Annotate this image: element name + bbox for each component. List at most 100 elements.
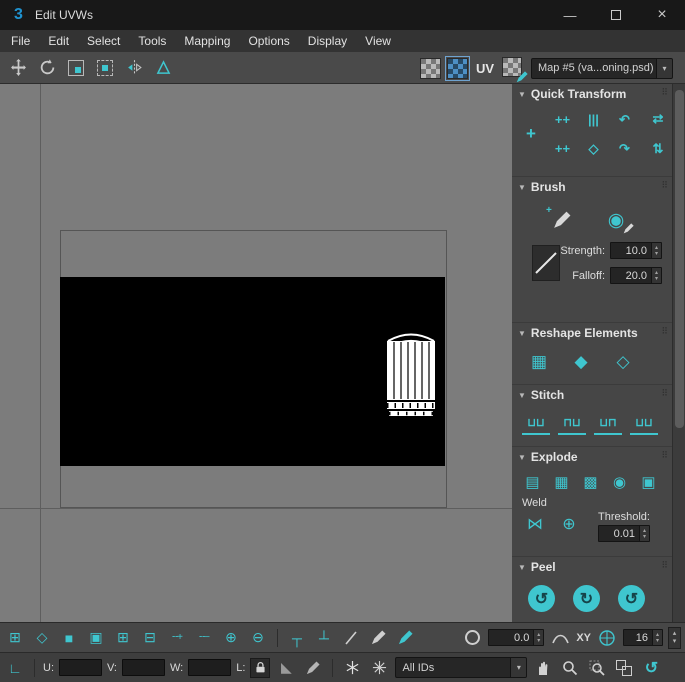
quick-peel-button[interactable]: ↺	[528, 585, 555, 612]
freeform-mode-button[interactable]	[93, 56, 117, 80]
relax-brush-button[interactable]: ◉	[596, 204, 636, 236]
edge-ring-button[interactable]: ╌−	[193, 627, 215, 649]
uv-editor-viewport[interactable]	[0, 84, 512, 622]
flatten-by-smoothing-button[interactable]: ▤	[520, 471, 545, 493]
spinner-arrows[interactable]: ▴ ▾	[652, 630, 662, 645]
paint-move-brush-button[interactable]: +	[542, 204, 582, 236]
align-to-edge-button[interactable]: ++	[548, 135, 577, 162]
flatten-by-polygon-button[interactable]: ▩	[578, 471, 603, 493]
grid-size-spinner[interactable]: 16 ▴ ▾	[623, 629, 663, 646]
straighten-button[interactable]: ▦	[522, 349, 556, 375]
grip-icon[interactable]: ⠿	[661, 180, 668, 191]
filter-gizmo-button[interactable]	[368, 657, 390, 679]
stitch-average-button[interactable]: ⊔⊓	[594, 411, 622, 435]
grip-icon[interactable]: ⠿	[661, 560, 668, 571]
falloff-curve-button[interactable]	[532, 245, 561, 281]
menu-view[interactable]: View	[356, 34, 400, 48]
soft-selection-spinner[interactable]: 0.0 ▴ ▾	[488, 629, 545, 646]
weld-all-button[interactable]: ⊕	[554, 511, 584, 537]
uv-shell-barrel[interactable]	[381, 325, 441, 417]
show-map-toggle[interactable]	[444, 55, 470, 81]
explode-header[interactable]: ▼ Explode ⠿	[512, 447, 672, 467]
grow-selection-button[interactable]: ⊞	[112, 627, 134, 649]
grip-icon[interactable]: ⠿	[661, 450, 668, 461]
linear-align-button[interactable]: |||	[579, 106, 608, 133]
wedge-button[interactable]: ◣	[275, 657, 297, 679]
minimize-button[interactable]: —	[547, 0, 593, 30]
polygon-mode-button[interactable]: ■	[58, 627, 80, 649]
rectangularize-button[interactable]: ◆	[564, 349, 598, 375]
paint-select-add-button[interactable]: ⊕	[220, 627, 242, 649]
brush-header[interactable]: ▼ Brush ⠿	[512, 177, 672, 197]
paint-brush-button[interactable]	[367, 627, 389, 649]
vertex-mode-button[interactable]: ◇	[31, 627, 53, 649]
edge-loop-button[interactable]: ╌+	[166, 627, 188, 649]
falloff-space-button[interactable]	[461, 627, 483, 649]
rotate-button[interactable]	[35, 56, 59, 80]
paint-select-subtract-button[interactable]: ⊖	[247, 627, 269, 649]
strength-spinner[interactable]: 10.0 ▴ ▾	[610, 242, 662, 259]
maximize-button[interactable]	[593, 0, 639, 30]
align-bottom-button[interactable]: ┴	[313, 627, 335, 649]
space-horizontal-button[interactable]: ⇄	[647, 110, 669, 128]
value-nudge-control[interactable]: ▴ ▾	[668, 626, 681, 649]
menu-options[interactable]: Options	[239, 34, 298, 48]
grid-snap-button[interactable]	[596, 627, 618, 649]
shrink-selection-button[interactable]: ⊟	[139, 627, 161, 649]
zoom-region-button[interactable]	[586, 657, 608, 679]
pick-texture-button[interactable]	[502, 56, 528, 82]
element-mode-button[interactable]: ▣	[85, 627, 107, 649]
peel-header[interactable]: ▼ Peel ⠿	[512, 557, 672, 577]
menu-display[interactable]: Display	[299, 34, 356, 48]
space-vertical-button[interactable]: ⇅	[647, 140, 669, 158]
threshold-value[interactable]: 0.01	[599, 526, 639, 541]
grid-size-value[interactable]: 16	[624, 630, 652, 645]
peel-mode-button[interactable]: ↻	[573, 585, 600, 612]
lock-selection-button[interactable]	[250, 657, 271, 678]
falloff-value[interactable]: 20.0	[611, 268, 651, 283]
explode-by-face-button[interactable]: ▣	[636, 471, 661, 493]
scrollbar-thumb[interactable]	[675, 90, 684, 428]
reshape-header[interactable]: ▼ Reshape Elements ⠿	[512, 323, 672, 343]
v-coordinate-field[interactable]	[122, 659, 165, 676]
zoom-to-gizmo-button[interactable]: ↺	[640, 657, 662, 679]
mirror-button[interactable]	[122, 56, 146, 80]
quick-transform-header[interactable]: ▼ Quick Transform ⠿	[512, 84, 672, 104]
relax-tool-button[interactable]	[394, 627, 416, 649]
falloff-type-button[interactable]	[549, 627, 571, 649]
weld-selected-button[interactable]: ⋈	[520, 511, 550, 537]
panel-scrollbar[interactable]	[672, 84, 685, 622]
menu-edit[interactable]: Edit	[39, 34, 78, 48]
spinner-arrows[interactable]: ▴ ▾	[639, 526, 649, 541]
strength-value[interactable]: 10.0	[611, 243, 651, 258]
align-pivot-button[interactable]: ◇	[579, 135, 608, 162]
stitch-source-button[interactable]: ⊓⊔	[558, 411, 586, 435]
pan-button[interactable]	[532, 657, 554, 679]
spinner-arrows[interactable]: ▴ ▾	[651, 243, 661, 258]
menu-select[interactable]: Select	[78, 34, 129, 48]
threshold-spinner[interactable]: 0.01 ▴ ▾	[598, 525, 650, 542]
menu-mapping[interactable]: Mapping	[175, 34, 239, 48]
spinner-arrows[interactable]: ▴ ▾	[651, 268, 661, 283]
menu-tools[interactable]: Tools	[129, 34, 175, 48]
material-id-dropdown[interactable]: All IDs ▾	[395, 657, 528, 678]
u-coordinate-field[interactable]	[59, 659, 102, 676]
paint-weights-button[interactable]	[302, 657, 324, 679]
planar-button[interactable]: ◇	[606, 349, 640, 375]
move-button[interactable]	[6, 56, 30, 80]
move-selected-button[interactable]: +	[518, 121, 544, 147]
soft-selection-button[interactable]: ⊞	[4, 627, 26, 649]
explode-by-smoothing-button[interactable]: ◉	[607, 471, 632, 493]
map-selector-dropdown[interactable]: Map #5 (va...oning.psd) ▾	[531, 57, 673, 79]
grip-icon[interactable]: ⠿	[661, 388, 668, 399]
zoom-extents-button[interactable]	[613, 657, 635, 679]
absolute-offset-toggle[interactable]: ∟	[4, 657, 26, 679]
falloff-axis-label[interactable]: XY	[576, 632, 591, 644]
snap-button[interactable]	[151, 56, 175, 80]
align-top-button[interactable]: ┬	[286, 627, 308, 649]
align-horizontal-button[interactable]: ++	[548, 106, 577, 133]
soft-selection-value[interactable]: 0.0	[489, 630, 533, 645]
menu-file[interactable]: File	[2, 34, 39, 48]
pelt-map-button[interactable]: ↺	[618, 585, 645, 612]
flatten-by-material-button[interactable]: ▦	[549, 471, 574, 493]
